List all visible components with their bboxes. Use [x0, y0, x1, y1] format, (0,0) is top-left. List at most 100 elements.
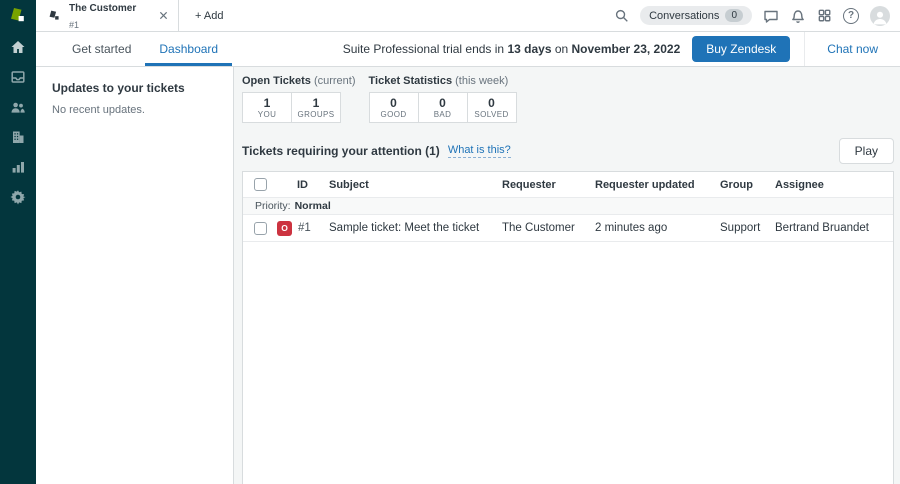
- ticket-statistics-subtitle: (this week): [452, 75, 509, 87]
- sub-header: Get started Dashboard Suite Professional…: [36, 32, 900, 67]
- home-icon[interactable]: [0, 32, 36, 62]
- stat-good-value: 0: [390, 95, 397, 110]
- tickets-heading: Tickets requiring your attention (1): [242, 144, 440, 158]
- reporting-icon[interactable]: [0, 152, 36, 182]
- add-tab-button[interactable]: + Add: [179, 0, 239, 31]
- ticket-requester: The Customer: [502, 222, 575, 234]
- open-tickets-subtitle: (current): [310, 75, 356, 87]
- views-icon[interactable]: [0, 62, 36, 92]
- stat-solved-value: 0: [488, 95, 495, 110]
- dashboard-tabs: Get started Dashboard: [36, 32, 232, 66]
- ticket-tab[interactable]: The Customer #1: [36, 0, 179, 31]
- open-tickets-label: Open Tickets (current): [242, 75, 356, 87]
- table-row[interactable]: O #1 Sample ticket: Meet the ticket The …: [243, 215, 893, 242]
- stat-you-value: 1: [263, 95, 271, 110]
- stat-you-label: YOU: [257, 109, 277, 119]
- trial-days: 13 days: [507, 42, 552, 56]
- ticket-id-cell: O #1: [277, 220, 329, 236]
- stat-box-bad[interactable]: 0 BAD: [417, 92, 468, 123]
- help-icon[interactable]: ?: [843, 7, 859, 24]
- organizations-icon[interactable]: [0, 122, 36, 152]
- ticket-statistics-label: Ticket Statistics (this week): [369, 75, 517, 87]
- trial-banner: Suite Professional trial ends in 13 days…: [343, 32, 900, 66]
- column-header-group[interactable]: Group: [720, 179, 775, 191]
- stat-box-good[interactable]: 0 GOOD: [368, 92, 419, 123]
- close-icon[interactable]: [157, 9, 170, 22]
- column-header-id[interactable]: ID: [277, 179, 329, 191]
- stat-box-you[interactable]: 1 YOU: [242, 92, 292, 123]
- top-bar: The Customer #1 + Add Conversations 0 ?: [36, 0, 900, 32]
- open-status-badge: O: [277, 220, 292, 236]
- updates-panel: Updates to your tickets No recent update…: [36, 67, 234, 484]
- stat-groups-value: 1: [312, 95, 320, 110]
- priority-group-label: Priority:: [255, 200, 291, 212]
- ticket-group: Support: [720, 222, 761, 234]
- zendesk-logo[interactable]: [0, 0, 36, 32]
- play-button[interactable]: Play: [838, 138, 894, 164]
- conversations-label: Conversations: [649, 9, 720, 22]
- open-tickets-boxes: 1 YOU 1 GROUPS: [242, 92, 356, 123]
- ticket-tab-id: #1: [69, 19, 80, 30]
- trial-text: Suite Professional trial ends in 13 days…: [343, 42, 681, 56]
- updates-panel-title: Updates to your tickets: [52, 81, 185, 95]
- row-checkbox-cell: [243, 221, 277, 235]
- customers-icon[interactable]: [0, 92, 36, 122]
- trial-mid: on: [551, 42, 572, 56]
- column-header-subject[interactable]: Subject: [329, 179, 502, 191]
- stats-row: Open Tickets (current) 1 YOU 1 GROUPS Ti…: [242, 75, 894, 123]
- what-is-this-link[interactable]: What is this?: [447, 144, 511, 158]
- tab-dashboard[interactable]: Dashboard: [145, 32, 232, 66]
- updates-empty-message: No recent updates.: [52, 104, 145, 116]
- products-grid-icon[interactable]: [817, 8, 832, 23]
- admin-icon[interactable]: [0, 182, 36, 212]
- tab-get-started[interactable]: Get started: [58, 32, 145, 66]
- notifications-bell-icon[interactable]: [790, 8, 806, 24]
- chat-icon[interactable]: [763, 8, 779, 24]
- stat-box-solved[interactable]: 0 SOLVED: [466, 92, 517, 123]
- zendesk-logo-icon: [11, 8, 24, 22]
- column-header-requester-updated[interactable]: Requester updated: [595, 179, 720, 191]
- priority-group-value: Normal: [294, 200, 331, 212]
- select-all-checkbox-cell: [243, 178, 277, 191]
- column-header-assignee[interactable]: Assignee: [775, 179, 893, 191]
- stat-solved-label: SOLVED: [474, 109, 509, 119]
- person-icon: [873, 11, 887, 24]
- stat-good-label: GOOD: [380, 109, 407, 119]
- stat-bad-label: BAD: [433, 109, 452, 119]
- avatar[interactable]: [870, 5, 890, 26]
- stat-group-ticket-statistics: Ticket Statistics (this week) 0 GOOD 0 B…: [368, 75, 517, 123]
- top-bar-actions: Conversations 0 ?: [614, 0, 900, 31]
- stat-group-open-tickets: Open Tickets (current) 1 YOU 1 GROUPS: [242, 75, 356, 123]
- dashboard-main: Open Tickets (current) 1 YOU 1 GROUPS Ti…: [234, 67, 900, 484]
- stat-bad-value: 0: [439, 95, 446, 110]
- trial-prefix: Suite Professional trial ends in: [342, 42, 508, 56]
- tickets-section-header: Tickets requiring your attention (1) Wha…: [242, 138, 894, 164]
- main-area: The Customer #1 + Add Conversations 0 ? …: [36, 0, 900, 484]
- search-icon[interactable]: [614, 8, 629, 23]
- stat-box-groups[interactable]: 1 GROUPS: [291, 92, 341, 123]
- ticket-icon: [49, 10, 59, 20]
- row-checkbox[interactable]: [253, 221, 267, 235]
- ticket-tab-title: The Customer: [69, 2, 137, 14]
- ticket-subject[interactable]: Sample ticket: Meet the ticket: [329, 222, 502, 234]
- ticket-id: #1: [298, 222, 311, 234]
- ticket-statistics-title: Ticket Statistics: [368, 75, 453, 87]
- stat-groups-label: GROUPS: [297, 109, 335, 119]
- column-header-requester[interactable]: Requester: [502, 179, 595, 191]
- ticket-statistics-boxes: 0 GOOD 0 BAD 0 SOLVED: [368, 92, 517, 123]
- table-header-row: ID Subject Requester Requester updated G…: [243, 172, 893, 198]
- chat-now-link[interactable]: Chat now: [805, 42, 900, 56]
- conversations-count-badge: 0: [725, 9, 743, 22]
- left-nav-rail: [0, 0, 36, 484]
- ticket-tab-text: The Customer #1: [69, 0, 157, 32]
- open-tickets-title: Open Tickets: [242, 75, 311, 87]
- tickets-table: ID Subject Requester Requester updated G…: [242, 171, 894, 484]
- conversations-button[interactable]: Conversations 0: [640, 6, 752, 25]
- ticket-requester-updated: 2 minutes ago: [595, 222, 668, 234]
- trial-date: November 23, 2022: [571, 42, 681, 56]
- priority-group-row: Priority: Normal: [243, 198, 893, 215]
- select-all-checkbox[interactable]: [253, 178, 267, 191]
- ticket-assignee: Bertrand Bruandet: [775, 222, 869, 234]
- buy-zendesk-button[interactable]: Buy Zendesk: [692, 36, 791, 62]
- content-area: Updates to your tickets No recent update…: [36, 67, 900, 484]
